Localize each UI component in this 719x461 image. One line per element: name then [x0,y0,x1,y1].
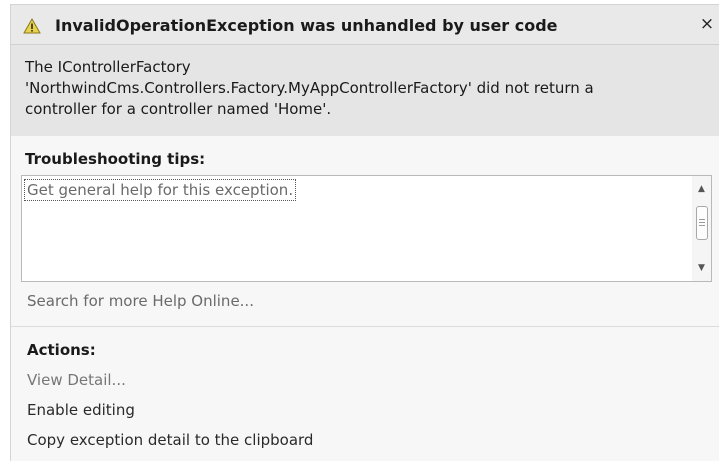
title-bar: InvalidOperationException was unhandled … [11,5,719,45]
exception-assistant-dialog: InvalidOperationException was unhandled … [10,4,719,461]
actions-heading: Actions: [27,341,96,359]
grip-line [699,219,705,220]
enable-editing-action[interactable]: Enable editing [27,401,135,419]
section-divider [11,326,719,327]
scroll-thumb[interactable] [696,206,708,240]
grip-line [699,225,705,226]
message-line: The IControllerFactory [25,58,191,76]
message-line: 'NorthwindCms.Controllers.Factory.MyAppC… [25,79,594,97]
grip-line [699,222,705,223]
message-line: controller for a controller named 'Home'… [25,100,332,118]
copy-exception-detail-action[interactable]: Copy exception detail to the clipboard [27,431,313,449]
close-button[interactable]: × [697,14,717,34]
troubleshooting-tips-heading: Troubleshooting tips: [25,150,206,168]
general-help-link[interactable]: Get general help for this exception. [24,179,297,201]
tips-scrollbar[interactable]: ▲ ▼ [692,176,711,281]
view-detail-action[interactable]: View Detail... [27,371,126,389]
scroll-up-arrow-icon[interactable]: ▲ [692,180,711,198]
exception-message: The IControllerFactory 'NorthwindCms.Con… [11,45,719,136]
scroll-down-arrow-icon[interactable]: ▼ [692,259,711,277]
troubleshooting-tips-list: Get general help for this exception. ▲ ▼ [21,175,712,282]
warning-icon [23,18,41,34]
dialog-title: InvalidOperationException was unhandled … [55,16,558,35]
search-help-online-link[interactable]: Search for more Help Online... [27,292,254,310]
